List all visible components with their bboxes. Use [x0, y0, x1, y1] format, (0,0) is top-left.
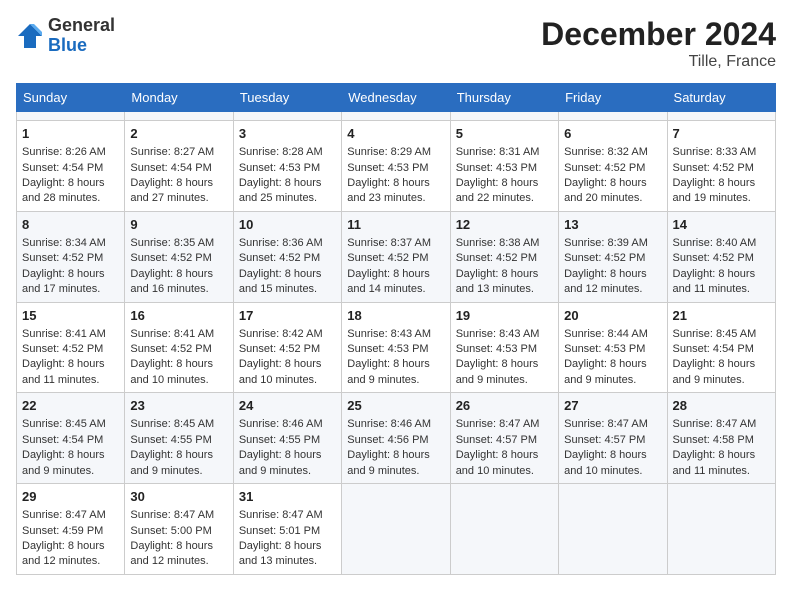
day-number: 14 [673, 216, 770, 234]
day-of-week-header: Wednesday [342, 84, 450, 112]
calendar-week: 29Sunrise: 8:47 AMSunset: 4:59 PMDayligh… [17, 484, 776, 575]
calendar-cell [17, 112, 125, 121]
month-year: December 2024 [541, 16, 776, 53]
calendar-cell: 25Sunrise: 8:46 AMSunset: 4:56 PMDayligh… [342, 393, 450, 484]
day-number: 25 [347, 397, 444, 415]
calendar-cell: 7Sunrise: 8:33 AMSunset: 4:52 PMDaylight… [667, 121, 775, 212]
calendar-cell: 11Sunrise: 8:37 AMSunset: 4:52 PMDayligh… [342, 211, 450, 302]
location: Tille, France [541, 53, 776, 71]
day-of-week-header: Sunday [17, 84, 125, 112]
day-of-week-header: Monday [125, 84, 233, 112]
calendar-cell [559, 484, 667, 575]
calendar-cell [342, 484, 450, 575]
day-of-week-header: Tuesday [233, 84, 341, 112]
calendar-cell: 19Sunrise: 8:43 AMSunset: 4:53 PMDayligh… [450, 302, 558, 393]
page-header: General Blue December 2024 Tille, France [16, 16, 776, 71]
calendar-cell: 14Sunrise: 8:40 AMSunset: 4:52 PMDayligh… [667, 211, 775, 302]
day-number: 23 [130, 397, 227, 415]
day-number: 22 [22, 397, 119, 415]
day-number: 17 [239, 307, 336, 325]
day-number: 27 [564, 397, 661, 415]
calendar-cell: 17Sunrise: 8:42 AMSunset: 4:52 PMDayligh… [233, 302, 341, 393]
calendar-cell: 20Sunrise: 8:44 AMSunset: 4:53 PMDayligh… [559, 302, 667, 393]
calendar-cell: 9Sunrise: 8:35 AMSunset: 4:52 PMDaylight… [125, 211, 233, 302]
calendar-cell: 6Sunrise: 8:32 AMSunset: 4:52 PMDaylight… [559, 121, 667, 212]
day-number: 20 [564, 307, 661, 325]
calendar-cell: 27Sunrise: 8:47 AMSunset: 4:57 PMDayligh… [559, 393, 667, 484]
day-number: 15 [22, 307, 119, 325]
day-number: 28 [673, 397, 770, 415]
calendar-cell [125, 112, 233, 121]
day-of-week-header: Thursday [450, 84, 558, 112]
calendar-cell: 15Sunrise: 8:41 AMSunset: 4:52 PMDayligh… [17, 302, 125, 393]
day-number: 24 [239, 397, 336, 415]
day-number: 31 [239, 488, 336, 506]
calendar-cell: 5Sunrise: 8:31 AMSunset: 4:53 PMDaylight… [450, 121, 558, 212]
calendar-cell: 4Sunrise: 8:29 AMSunset: 4:53 PMDaylight… [342, 121, 450, 212]
calendar-cell: 3Sunrise: 8:28 AMSunset: 4:53 PMDaylight… [233, 121, 341, 212]
title-area: December 2024 Tille, France [541, 16, 776, 71]
calendar-cell: 8Sunrise: 8:34 AMSunset: 4:52 PMDaylight… [17, 211, 125, 302]
calendar-cell: 23Sunrise: 8:45 AMSunset: 4:55 PMDayligh… [125, 393, 233, 484]
calendar-cell: 21Sunrise: 8:45 AMSunset: 4:54 PMDayligh… [667, 302, 775, 393]
calendar-cell: 31Sunrise: 8:47 AMSunset: 5:01 PMDayligh… [233, 484, 341, 575]
day-number: 11 [347, 216, 444, 234]
calendar-cell: 1Sunrise: 8:26 AMSunset: 4:54 PMDaylight… [17, 121, 125, 212]
day-number: 21 [673, 307, 770, 325]
calendar-cell [450, 112, 558, 121]
day-of-week-header: Saturday [667, 84, 775, 112]
day-number: 12 [456, 216, 553, 234]
day-number: 30 [130, 488, 227, 506]
calendar-cell: 22Sunrise: 8:45 AMSunset: 4:54 PMDayligh… [17, 393, 125, 484]
day-of-week-header: Friday [559, 84, 667, 112]
logo-text: General Blue [48, 16, 115, 56]
calendar-cell: 26Sunrise: 8:47 AMSunset: 4:57 PMDayligh… [450, 393, 558, 484]
day-number: 9 [130, 216, 227, 234]
calendar-week: 15Sunrise: 8:41 AMSunset: 4:52 PMDayligh… [17, 302, 776, 393]
day-number: 8 [22, 216, 119, 234]
day-number: 10 [239, 216, 336, 234]
calendar-cell [667, 112, 775, 121]
calendar-week [17, 112, 776, 121]
day-number: 29 [22, 488, 119, 506]
logo: General Blue [16, 16, 115, 56]
day-number: 1 [22, 125, 119, 143]
calendar-cell: 2Sunrise: 8:27 AMSunset: 4:54 PMDaylight… [125, 121, 233, 212]
calendar-cell: 13Sunrise: 8:39 AMSunset: 4:52 PMDayligh… [559, 211, 667, 302]
calendar-cell: 18Sunrise: 8:43 AMSunset: 4:53 PMDayligh… [342, 302, 450, 393]
calendar-week: 1Sunrise: 8:26 AMSunset: 4:54 PMDaylight… [17, 121, 776, 212]
day-number: 18 [347, 307, 444, 325]
day-number: 4 [347, 125, 444, 143]
day-number: 19 [456, 307, 553, 325]
calendar-cell [233, 112, 341, 121]
calendar-cell [559, 112, 667, 121]
day-number: 5 [456, 125, 553, 143]
calendar-cell: 28Sunrise: 8:47 AMSunset: 4:58 PMDayligh… [667, 393, 775, 484]
day-number: 16 [130, 307, 227, 325]
calendar-week: 8Sunrise: 8:34 AMSunset: 4:52 PMDaylight… [17, 211, 776, 302]
day-number: 13 [564, 216, 661, 234]
day-number: 26 [456, 397, 553, 415]
calendar-cell [667, 484, 775, 575]
calendar-cell [342, 112, 450, 121]
calendar-cell: 30Sunrise: 8:47 AMSunset: 5:00 PMDayligh… [125, 484, 233, 575]
day-number: 2 [130, 125, 227, 143]
calendar-table: SundayMondayTuesdayWednesdayThursdayFrid… [16, 83, 776, 575]
calendar-cell: 24Sunrise: 8:46 AMSunset: 4:55 PMDayligh… [233, 393, 341, 484]
day-number: 3 [239, 125, 336, 143]
day-number: 7 [673, 125, 770, 143]
calendar-cell: 10Sunrise: 8:36 AMSunset: 4:52 PMDayligh… [233, 211, 341, 302]
calendar-cell: 29Sunrise: 8:47 AMSunset: 4:59 PMDayligh… [17, 484, 125, 575]
day-number: 6 [564, 125, 661, 143]
logo-icon [16, 22, 44, 50]
calendar-week: 22Sunrise: 8:45 AMSunset: 4:54 PMDayligh… [17, 393, 776, 484]
calendar-cell: 16Sunrise: 8:41 AMSunset: 4:52 PMDayligh… [125, 302, 233, 393]
calendar-cell [450, 484, 558, 575]
calendar-cell: 12Sunrise: 8:38 AMSunset: 4:52 PMDayligh… [450, 211, 558, 302]
